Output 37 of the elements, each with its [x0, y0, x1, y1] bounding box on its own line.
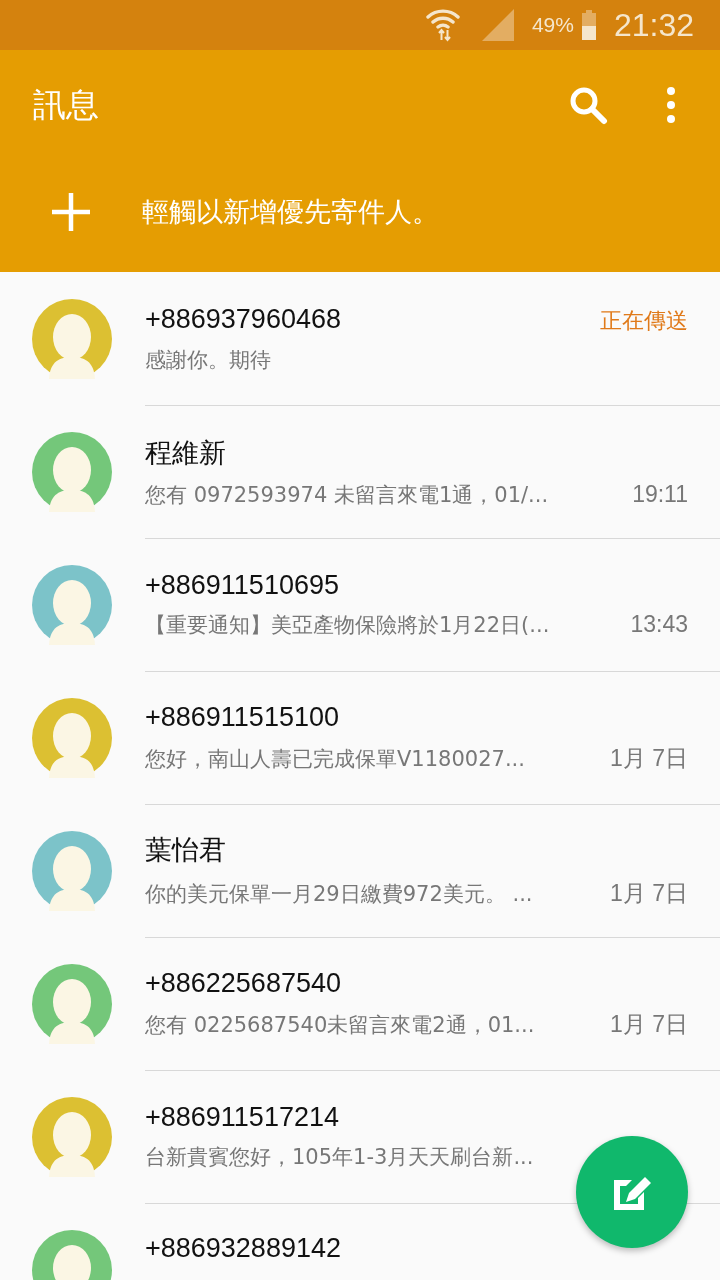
message-time: 1月 7日 — [610, 1009, 688, 1039]
contact-name: +886911517214 — [145, 1102, 339, 1133]
wifi-icon — [425, 7, 460, 43]
add-icon[interactable] — [52, 193, 90, 231]
contact-name: +886937960468 — [145, 303, 341, 335]
contact-name: +886911510695 — [145, 570, 339, 601]
contact-name: +886932889142 — [145, 1233, 341, 1264]
message-preview: 您有 0972593974 未留言來電1通，01/... — [145, 481, 549, 509]
message-preview: 【重要通知】美亞產物保險將於1月22日(... — [145, 612, 550, 639]
app-title: 訊息 — [33, 83, 100, 126]
conversation-item[interactable]: 葉怡君 你的美元保單一月29日繳費972美元。 ... 1月 7日 — [0, 804, 720, 937]
battery-icon — [581, 10, 596, 40]
search-icon[interactable] — [568, 85, 608, 125]
conversation-item[interactable]: +886911515100 您好，南山人壽已完成保單V1180027... 1月 7日 — [0, 671, 720, 804]
contact-name: +886225687540 — [145, 967, 341, 999]
message-preview: 台新貴賓您好，105年1-3月天天刷台新... — [145, 1144, 534, 1171]
sending-status: 正在傳送 — [600, 306, 688, 335]
message-preview: 你的美元保單一月29日繳費972美元。 ... — [145, 881, 533, 908]
message-time: 13:43 — [630, 611, 688, 638]
conversation-item[interactable]: +886225687540 您有 0225687540未留言來電2通，01... 1月 7日 — [0, 937, 720, 1070]
signal-icon — [481, 9, 514, 41]
clock: 21:32 — [613, 6, 694, 44]
battery-percent: 49% — [531, 13, 574, 37]
contact-name: 程維新 — [145, 436, 226, 470]
message-preview: 感謝你。期待 — [145, 346, 271, 374]
conversation-item[interactable]: 程維新 您有 0972593974 未留言來電1通，01/... 19:11 — [0, 405, 720, 538]
message-preview: 您有 0225687540未留言來電2通，01... — [145, 1011, 535, 1039]
message-time: 1月 7日 — [610, 879, 688, 908]
compose-button[interactable] — [576, 1136, 688, 1248]
more-options-icon[interactable] — [666, 87, 676, 123]
message-preview: 您好，南山人壽已完成保單V1180027... — [145, 745, 525, 773]
conversation-item[interactable]: +886937960468 正在傳送 感謝你。期待 — [0, 272, 720, 405]
message-time: 1月 7日 — [610, 743, 688, 773]
contact-name: +886911515100 — [145, 701, 339, 733]
message-time: 19:11 — [632, 480, 688, 508]
contact-name: 葉怡君 — [145, 834, 226, 867]
conversation-item[interactable]: +886911510695 【重要通知】美亞產物保險將於1月22日(... 13:43 — [0, 538, 720, 671]
